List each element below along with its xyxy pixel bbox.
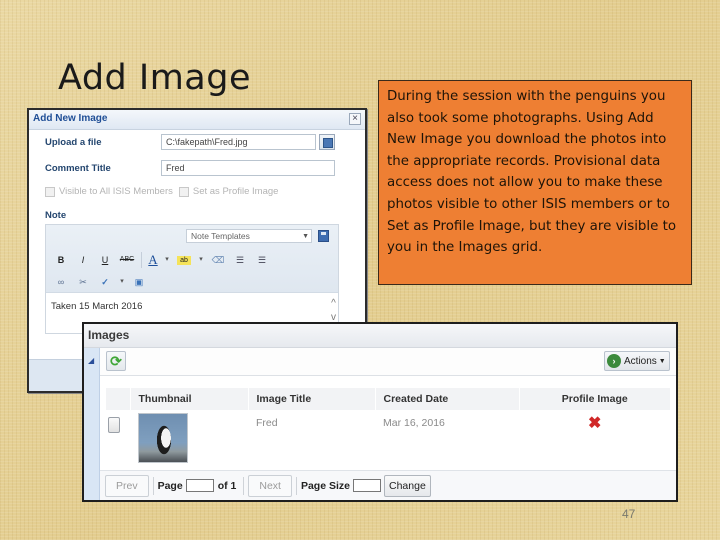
refresh-button[interactable]: ⟳ — [106, 351, 126, 371]
toolbar-row-insert: ∞ ✂ ✓ ▾ ▣ — [50, 273, 150, 291]
close-icon[interactable]: × — [349, 113, 361, 125]
page-size-input[interactable] — [353, 479, 381, 492]
dialog-header: Add New Image × — [29, 110, 365, 130]
bold-icon[interactable]: B — [50, 251, 72, 269]
red-x-icon: ✖ — [588, 415, 602, 432]
note-text-area[interactable]: Taken 15 March 2016 — [46, 293, 338, 320]
italic-icon[interactable]: I — [72, 251, 94, 269]
visible-to-all-option[interactable]: Visible to All ISIS Members — [45, 186, 173, 197]
page-number: 47 — [622, 507, 636, 521]
page-label: Page — [157, 479, 183, 492]
dialog-title: Add New Image — [33, 113, 108, 124]
note-templates-placeholder: Note Templates — [191, 231, 250, 241]
column-header-created-date[interactable]: Created Date — [375, 388, 520, 410]
set-profile-image-checkbox[interactable] — [178, 186, 189, 197]
document-icon[interactable] — [108, 417, 120, 433]
toolbar-separator — [141, 252, 142, 268]
bullet-list-icon[interactable]: ☰ — [229, 251, 251, 269]
column-header-image-title[interactable]: Image Title — [248, 388, 376, 410]
image-title-cell: Fred — [256, 417, 278, 429]
pager-separator — [295, 476, 297, 495]
chevron-down-icon: ▼ — [658, 357, 666, 365]
numbered-list-icon[interactable]: ☰ — [251, 251, 273, 269]
page-count-label: of 1 — [217, 479, 237, 492]
pager-separator — [152, 476, 154, 495]
upload-file-input[interactable]: C:\fakepath\Fred.jpg — [161, 134, 316, 150]
font-color-icon[interactable]: A — [145, 251, 161, 269]
images-grid: Images ◢ ⟳ › Actions ▼ Thumbnail Image T… — [82, 322, 678, 502]
visible-to-all-label: Visible to All ISIS Members — [59, 186, 173, 197]
link-icon[interactable]: ∞ — [50, 273, 72, 291]
pager: Prev Page of 1 Next Page Size Change — [100, 470, 676, 500]
spellcheck-icon[interactable]: ✓ — [94, 273, 116, 291]
browse-button[interactable] — [319, 134, 335, 150]
chevron-down-icon[interactable]: ▾ — [116, 273, 128, 291]
slide-title: Add Image — [58, 58, 252, 98]
images-table: Thumbnail Image Title Created Date Profi… — [106, 388, 671, 472]
pager-separator — [243, 476, 245, 495]
select-column-header — [106, 388, 131, 410]
chevron-down-icon: ▼ — [302, 233, 309, 240]
instruction-callout: During the session with the penguins you… — [378, 80, 692, 285]
insert-image-icon[interactable]: ▣ — [128, 273, 150, 291]
upload-label: Upload a file — [45, 137, 102, 148]
change-button[interactable]: Change — [384, 474, 431, 497]
comment-title-input[interactable]: Fred — [161, 160, 335, 176]
grid-sidebar: ◢ — [84, 348, 100, 500]
note-label: Note — [45, 210, 67, 221]
actions-button[interactable]: › Actions ▼ — [604, 351, 670, 371]
refresh-icon: ⟳ — [110, 353, 122, 369]
comment-title-label: Comment Title — [45, 163, 111, 174]
set-profile-image-option[interactable]: Set as Profile Image — [178, 186, 279, 197]
chevron-down-icon[interactable]: ▾ — [195, 251, 207, 269]
unlink-icon[interactable]: ✂ — [72, 273, 94, 291]
collapse-icon[interactable]: ◢ — [88, 356, 94, 365]
table-row[interactable]: Fred Mar 16, 2016 ✖ — [106, 410, 671, 472]
penguin-thumbnail[interactable] — [138, 413, 188, 463]
strikethrough-icon[interactable]: ABC — [116, 251, 138, 269]
editor-toolbar: Note Templates ▼ B I U ABC A ▾ ab ▾ ⌫ ☰ … — [46, 225, 338, 293]
save-icon[interactable] — [318, 230, 329, 242]
next-button[interactable]: Next — [248, 474, 292, 497]
grid-toolbar: ⟳ › Actions ▼ — [100, 348, 676, 376]
set-profile-image-label: Set as Profile Image — [192, 186, 279, 197]
created-date-cell: Mar 16, 2016 — [383, 417, 445, 429]
highlight-icon[interactable]: ab — [177, 255, 191, 265]
visible-to-all-checkbox[interactable] — [45, 186, 55, 197]
grid-title: Images — [84, 324, 676, 348]
column-header-thumbnail[interactable]: Thumbnail — [130, 388, 249, 410]
note-editor: Note Templates ▼ B I U ABC A ▾ ab ▾ ⌫ ☰ … — [45, 224, 339, 334]
page-size-label: Page Size — [300, 479, 350, 492]
editor-scrollbar[interactable]: ^ v — [331, 297, 336, 325]
checkbox-row: Visible to All ISIS Members Set as Profi… — [45, 186, 284, 197]
page-number-input[interactable] — [185, 479, 214, 492]
note-templates-select[interactable]: Note Templates ▼ — [186, 229, 312, 243]
toolbar-row-formatting: B I U ABC A ▾ ab ▾ ⌫ ☰ ☰ — [50, 251, 273, 269]
column-header-profile-image[interactable]: Profile Image — [519, 388, 671, 410]
eraser-icon[interactable]: ⌫ — [207, 251, 229, 269]
prev-button[interactable]: Prev — [105, 474, 149, 497]
chevron-right-icon: › — [607, 354, 621, 368]
underline-icon[interactable]: U — [94, 251, 116, 269]
table-header-row: Thumbnail Image Title Created Date Profi… — [106, 388, 671, 410]
scroll-up-icon[interactable]: ^ — [331, 297, 336, 311]
actions-label: Actions — [624, 355, 657, 367]
chevron-down-icon[interactable]: ▾ — [161, 251, 173, 269]
